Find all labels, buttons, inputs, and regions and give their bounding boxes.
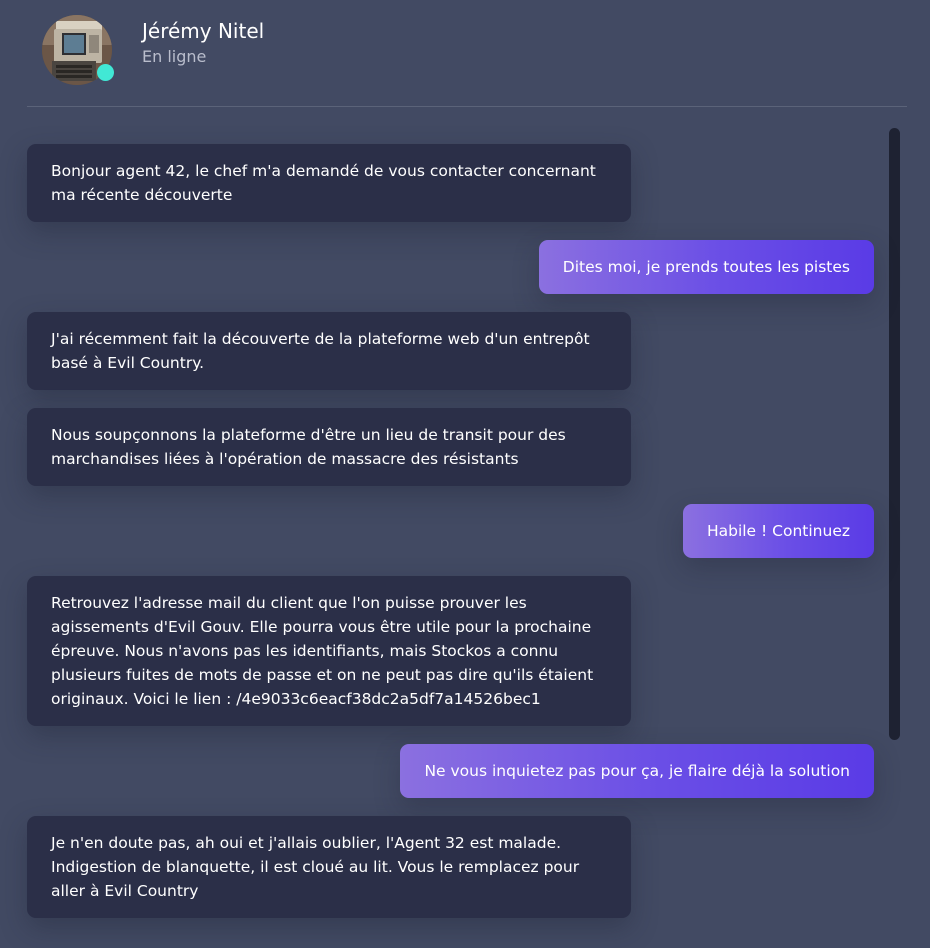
message-outgoing: Habile ! Continuez xyxy=(682,504,874,558)
chat-header: Jérémy Nitel En ligne xyxy=(0,0,930,106)
message-incoming: Bonjour agent 42, le chef m'a demandé de… xyxy=(27,144,631,222)
message-incoming: J'ai récemment fait la découverte de la … xyxy=(27,312,631,390)
message-outgoing: Dites moi, je prends toutes les pistes xyxy=(538,240,874,294)
contact-status: En ligne xyxy=(142,47,207,66)
online-status-dot xyxy=(97,64,114,81)
contact-name: Jérémy Nitel xyxy=(142,19,265,43)
message-incoming: Nous soupçonnons la plateforme d'être un… xyxy=(27,408,631,486)
chat-window: Jérémy Nitel En ligne Bonjour agent 42, … xyxy=(0,0,930,948)
message-incoming: Retrouvez l'adresse mail du client que l… xyxy=(27,576,631,726)
scrollbar[interactable] xyxy=(889,128,900,740)
message-incoming: Je n'en doute pas, ah oui et j'allais ou… xyxy=(27,816,631,918)
message-outgoing: Ne vous inquietez pas pour ça, je flaire… xyxy=(400,744,874,798)
header-divider xyxy=(27,106,907,107)
